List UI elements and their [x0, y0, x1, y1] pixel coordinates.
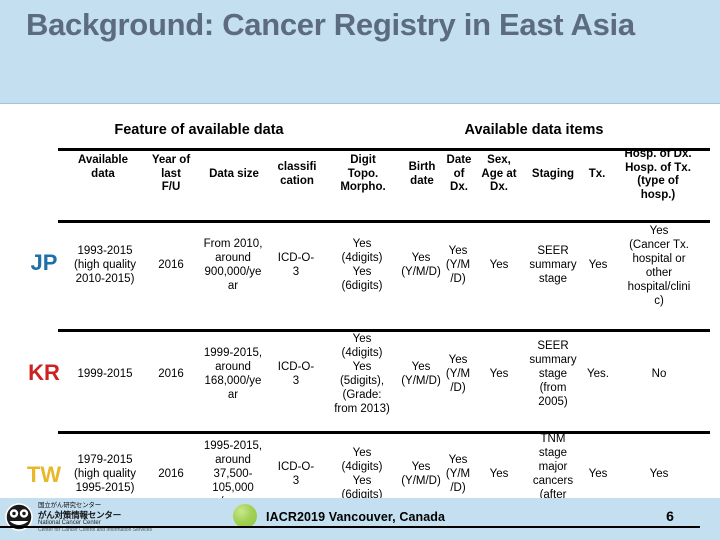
table-group-headers: Feature of available data Available data… — [58, 122, 710, 144]
cell-hospital: Yes (Cancer Tx. hospital or other hospit… — [627, 225, 691, 307]
cell-data-size: From 2010, around 900,000/ye ar — [203, 238, 263, 292]
cell-digit-topo-morpho: Yes (4digits) Yes (6digits) — [341, 447, 383, 501]
column-header-data-size: Data size — [209, 168, 259, 180]
logo-line-jp-2: がん対策情報センター — [38, 510, 122, 520]
cell-data-size: 1999-2015, around 168,000/ye ar — [203, 347, 263, 401]
comparison-table: Feature of available data Available data… — [0, 104, 720, 540]
cell-date-of-dx: Yes (Y/M /D) — [445, 354, 471, 394]
slide-title-band: Background: Cancer Registry in East Asia — [0, 0, 720, 104]
page-title: Background: Cancer Registry in East Asia — [26, 7, 635, 42]
cell-classification: ICD-O- 3 — [277, 252, 315, 278]
group-header-feature: Feature of available data — [114, 122, 284, 138]
column-header-sex-age-at-dx: Sex, Age at Dx. — [481, 154, 517, 193]
cell-year-last-fu: 2016 — [158, 468, 184, 480]
column-header-date-of-dx: Date of Dx. — [446, 154, 472, 193]
cell-tx: Yes — [588, 468, 608, 480]
cell-hospital: No — [651, 368, 667, 380]
table-row: KR 1999-2015 2016 1999-2015, around 168,… — [0, 332, 720, 430]
column-header-available-data: Available data — [77, 154, 129, 180]
column-header-staging: Staging — [531, 168, 575, 180]
cell-digit-topo-morpho: Yes (4digits) Yes (5digits), (Grade: fro… — [334, 333, 390, 415]
cell-birth-date: Yes (Y/M/D) — [401, 361, 441, 387]
cell-year-last-fu: 2016 — [158, 368, 184, 380]
cell-sex-age-at-dx: Yes — [489, 368, 509, 380]
cell-staging: SEER summary stage (from 2005) — [529, 340, 577, 408]
cell-date-of-dx: Yes (Y/M /D) — [445, 245, 471, 285]
cell-year-last-fu: 2016 — [158, 259, 184, 271]
logo-line-jp-1: 国立がん研究センター — [38, 502, 102, 509]
cell-classification: ICD-O- 3 — [277, 461, 315, 487]
cell-available-data: 1999-2015 — [77, 368, 133, 380]
cell-tx: Yes — [588, 259, 608, 271]
footer-rule — [0, 526, 700, 528]
table-rule-under-header — [58, 220, 710, 223]
table-row: JP 1993-2015 (high quality 2010-2015) 20… — [0, 225, 720, 328]
page-number: 6 — [666, 508, 674, 524]
organization-logo-text: 国立がん研究センター がん対策情報センター National Cancer Ce… — [38, 502, 188, 533]
column-header-year-last-fu: Year of last F/U — [151, 154, 191, 193]
cell-date-of-dx: Yes (Y/M /D) — [445, 454, 471, 494]
column-header-birth-date: Birth date — [408, 161, 436, 187]
group-header-items: Available data items — [464, 122, 604, 138]
cell-available-data: 1979-2015 (high quality 1995-2015) — [73, 454, 136, 494]
cell-sex-age-at-dx: Yes — [489, 468, 509, 480]
column-header-classification: classifi cation — [277, 161, 317, 187]
cell-hospital: Yes — [649, 468, 669, 480]
cell-birth-date: Yes (Y/M/D) — [401, 252, 441, 278]
cell-digit-topo-morpho: Yes (4digits) Yes (6digits) — [341, 238, 383, 292]
column-header-hospital: Hosp. of Dx. Hosp. of Tx. (type of hosp.… — [624, 148, 692, 201]
cell-staging: SEER summary stage — [529, 245, 577, 285]
conference-label: IACR2019 Vancouver, Canada — [266, 510, 446, 524]
column-header-digit-topo-morpho: Digit Topo. Morpho. — [340, 154, 386, 193]
cell-birth-date: Yes (Y/M/D) — [401, 461, 441, 487]
cell-available-data: 1993-2015 (high quality 2010-2015) — [73, 245, 136, 285]
green-circle-icon — [233, 504, 257, 528]
cell-sex-age-at-dx: Yes — [489, 259, 509, 271]
cell-classification: ICD-O- 3 — [277, 361, 315, 387]
